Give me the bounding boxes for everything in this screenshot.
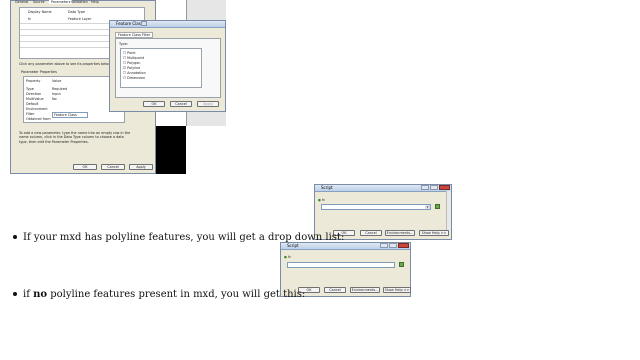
property-name: Type bbox=[26, 87, 34, 91]
property-value[interactable]: Required bbox=[52, 87, 67, 91]
tab-help[interactable]: Help bbox=[91, 0, 99, 4]
type-group-label: Type: bbox=[119, 42, 128, 46]
cancel-button[interactable]: Cancel bbox=[101, 164, 125, 170]
filter-panel: Type: ☐ Point ☐ Multipoint ☐ Polygon ☑ P… bbox=[115, 38, 221, 98]
filter-apply-button[interactable]: Apply bbox=[197, 101, 219, 107]
script-title: Script bbox=[287, 243, 299, 248]
script-titlebar: Script bbox=[281, 243, 410, 250]
fc-dropdown[interactable]: ▾ bbox=[321, 204, 431, 210]
script-titlebar: Script bbox=[315, 185, 451, 192]
filter-ok-button[interactable]: OK bbox=[143, 101, 165, 107]
property-value[interactable]: No bbox=[52, 97, 57, 101]
feature-class-titlebar: Feature Class bbox=[110, 21, 225, 28]
minimize-icon[interactable] bbox=[421, 185, 429, 190]
tab-general[interactable]: General bbox=[15, 0, 28, 4]
feature-class-title: Feature Class bbox=[116, 21, 143, 26]
feature-class-dialog: Feature Class Feature Class Filter Type:… bbox=[109, 20, 226, 112]
show-help-button[interactable]: Show Help >> bbox=[383, 287, 411, 293]
bullet-item-no-polyline: if no polyline features present in mxd, … bbox=[13, 289, 305, 300]
fc-input[interactable] bbox=[287, 262, 395, 268]
show-help-button[interactable]: Show Help >> bbox=[419, 230, 449, 236]
property-value-filter[interactable]: Feature Class bbox=[52, 112, 88, 118]
browse-folder-icon[interactable] bbox=[435, 204, 440, 209]
type-item-polygon[interactable]: ☐ Polygon bbox=[123, 61, 140, 65]
property-name: Direction bbox=[26, 92, 42, 96]
type-item-polyline[interactable]: ☑ Polyline bbox=[123, 66, 140, 70]
maximize-icon[interactable] bbox=[430, 185, 438, 190]
bullet-dot bbox=[13, 234, 17, 239]
tab-source[interactable]: Source bbox=[33, 0, 45, 4]
background-window bbox=[156, 126, 186, 174]
scrollbar[interactable] bbox=[446, 191, 451, 231]
bullet-bold: no bbox=[33, 289, 48, 300]
property-name: Default bbox=[26, 102, 39, 106]
environments-button[interactable]: Environments... bbox=[350, 287, 380, 293]
environments-button[interactable]: Environments... bbox=[385, 230, 415, 236]
tab-parameters[interactable]: Parameters bbox=[49, 0, 73, 4]
ok-button[interactable]: OK bbox=[73, 164, 97, 170]
bullet-suffix: polyline features present in mxd, you wi… bbox=[47, 289, 306, 300]
properties-header-property: Property bbox=[26, 79, 41, 83]
help-text: To add a new parameter, type the name in… bbox=[19, 131, 131, 144]
cancel-button[interactable]: Cancel bbox=[360, 230, 382, 236]
type-item-dimension[interactable]: ☐ Dimension bbox=[123, 76, 145, 80]
properties-title: Parameter Properties bbox=[21, 70, 57, 74]
filter-cancel-button[interactable]: Cancel bbox=[170, 101, 192, 107]
apply-button[interactable]: Apply bbox=[129, 164, 153, 170]
param-label: ● fc bbox=[284, 255, 292, 259]
property-name: Environment bbox=[26, 107, 48, 111]
row-name[interactable]: fc bbox=[28, 17, 31, 21]
bullet-text: If your mxd has polyline features, you w… bbox=[23, 232, 345, 243]
bullet-item-polyline: If your mxd has polyline features, you w… bbox=[13, 232, 344, 243]
property-name: MultiValue bbox=[26, 97, 44, 101]
close-icon[interactable] bbox=[398, 243, 409, 248]
close-icon[interactable] bbox=[439, 185, 450, 190]
property-name: Filter bbox=[26, 112, 35, 116]
column-data-type: Data Type bbox=[68, 10, 85, 14]
type-item-annotation[interactable]: ☐ Annotation bbox=[123, 71, 146, 75]
row-type[interactable]: Feature Layer bbox=[68, 17, 91, 21]
type-item-point[interactable]: ☐ Point bbox=[123, 51, 136, 55]
script-title: Script bbox=[321, 185, 333, 190]
properties-header-value: Value bbox=[52, 79, 62, 83]
close-icon[interactable] bbox=[141, 21, 147, 26]
param-label: ● fc bbox=[318, 198, 326, 202]
property-value[interactable]: Input bbox=[52, 92, 61, 96]
bullet-dot bbox=[13, 291, 17, 296]
property-name: Obtained from bbox=[26, 117, 51, 121]
chevron-down-icon: ▾ bbox=[425, 205, 430, 209]
minimize-icon[interactable] bbox=[380, 243, 388, 248]
bullet-prefix: if bbox=[23, 289, 34, 300]
maximize-icon[interactable] bbox=[389, 243, 397, 248]
type-item-multipoint[interactable]: ☐ Multipoint bbox=[123, 56, 144, 60]
type-list[interactable]: ☐ Point ☐ Multipoint ☐ Polygon ☑ Polylin… bbox=[120, 48, 202, 88]
tab-validation[interactable]: Validation bbox=[71, 0, 88, 4]
grid-hint: Click any parameter above to see its pro… bbox=[19, 62, 112, 66]
browse-folder-icon[interactable] bbox=[399, 262, 404, 267]
column-display-name: Display Name bbox=[28, 10, 52, 14]
cancel-button[interactable]: Cancel bbox=[324, 287, 346, 293]
